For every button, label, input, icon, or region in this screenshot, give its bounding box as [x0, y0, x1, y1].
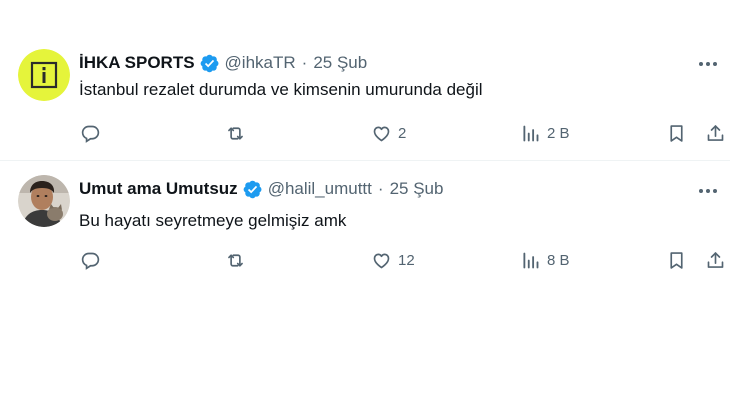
like-icon [373, 126, 390, 141]
share-button[interactable] [705, 119, 726, 147]
retweet-icon [228, 253, 243, 267]
timestamp[interactable]: 25 Şub [390, 179, 444, 199]
tweet-header: Umut ama Umutsuz @halil_umuttt · 25 Şub [79, 177, 443, 201]
retweet-button[interactable] [225, 119, 246, 147]
bookmark-button[interactable] [666, 246, 687, 274]
like-button[interactable]: 12 [371, 246, 415, 274]
verified-badge-icon [200, 54, 219, 72]
view-count: 8 B [547, 251, 570, 269]
more-icon [698, 180, 719, 198]
more-options-button[interactable] [694, 179, 722, 199]
share-icon [707, 251, 724, 268]
bookmark-button[interactable] [666, 119, 687, 147]
separator-dot: · [377, 179, 384, 198]
bookmark-icon [670, 251, 683, 269]
retweet-button[interactable] [225, 246, 246, 274]
share-button[interactable] [705, 246, 726, 274]
ihka-logo-icon [18, 49, 70, 101]
reply-icon [81, 125, 100, 143]
views-icon [523, 125, 539, 141]
handle[interactable]: @halil_umuttt [268, 179, 372, 199]
tweet[interactable]: İHKA SPORTS @ihkaTR · 25 Şub İstanbul re… [0, 0, 730, 160]
share-icon [707, 124, 724, 141]
reply-button[interactable] [80, 246, 101, 274]
action-bar: 12 8 B [0, 246, 730, 274]
retweet-icon [228, 126, 243, 140]
like-count: 2 [398, 124, 407, 142]
views-button[interactable]: 2 B [520, 119, 570, 147]
like-count: 12 [398, 251, 415, 269]
tweet[interactable]: Umut ama Umutsuz @halil_umuttt · 25 Şub … [0, 161, 730, 311]
tweet-text: Bu hayatı seyretmeye gelmişiz amk [79, 211, 347, 230]
reply-button[interactable] [80, 119, 101, 147]
tweet-header: İHKA SPORTS @ihkaTR · 25 Şub [79, 51, 367, 75]
action-bar: 2 2 B [0, 119, 730, 147]
display-name[interactable]: Umut ama Umutsuz [79, 179, 238, 199]
timestamp[interactable]: 25 Şub [313, 53, 367, 73]
tweet-text: İstanbul rezalet durumda ve kimsenin umu… [79, 80, 483, 99]
views-icon [523, 252, 539, 268]
like-button[interactable]: 2 [371, 119, 406, 147]
like-icon [373, 253, 390, 268]
reply-icon [81, 252, 100, 270]
bookmark-icon [670, 124, 683, 142]
more-icon [698, 53, 719, 71]
more-options-button[interactable] [694, 52, 722, 72]
verified-badge-icon [243, 180, 262, 198]
view-count: 2 B [547, 124, 570, 142]
avatar[interactable] [18, 49, 70, 101]
user-photo-avatar [18, 175, 70, 227]
display-name[interactable]: İHKA SPORTS [79, 53, 195, 73]
separator-dot: · [301, 53, 308, 72]
views-button[interactable]: 8 B [520, 246, 570, 274]
handle[interactable]: @ihkaTR [225, 53, 296, 73]
avatar[interactable] [18, 175, 70, 227]
